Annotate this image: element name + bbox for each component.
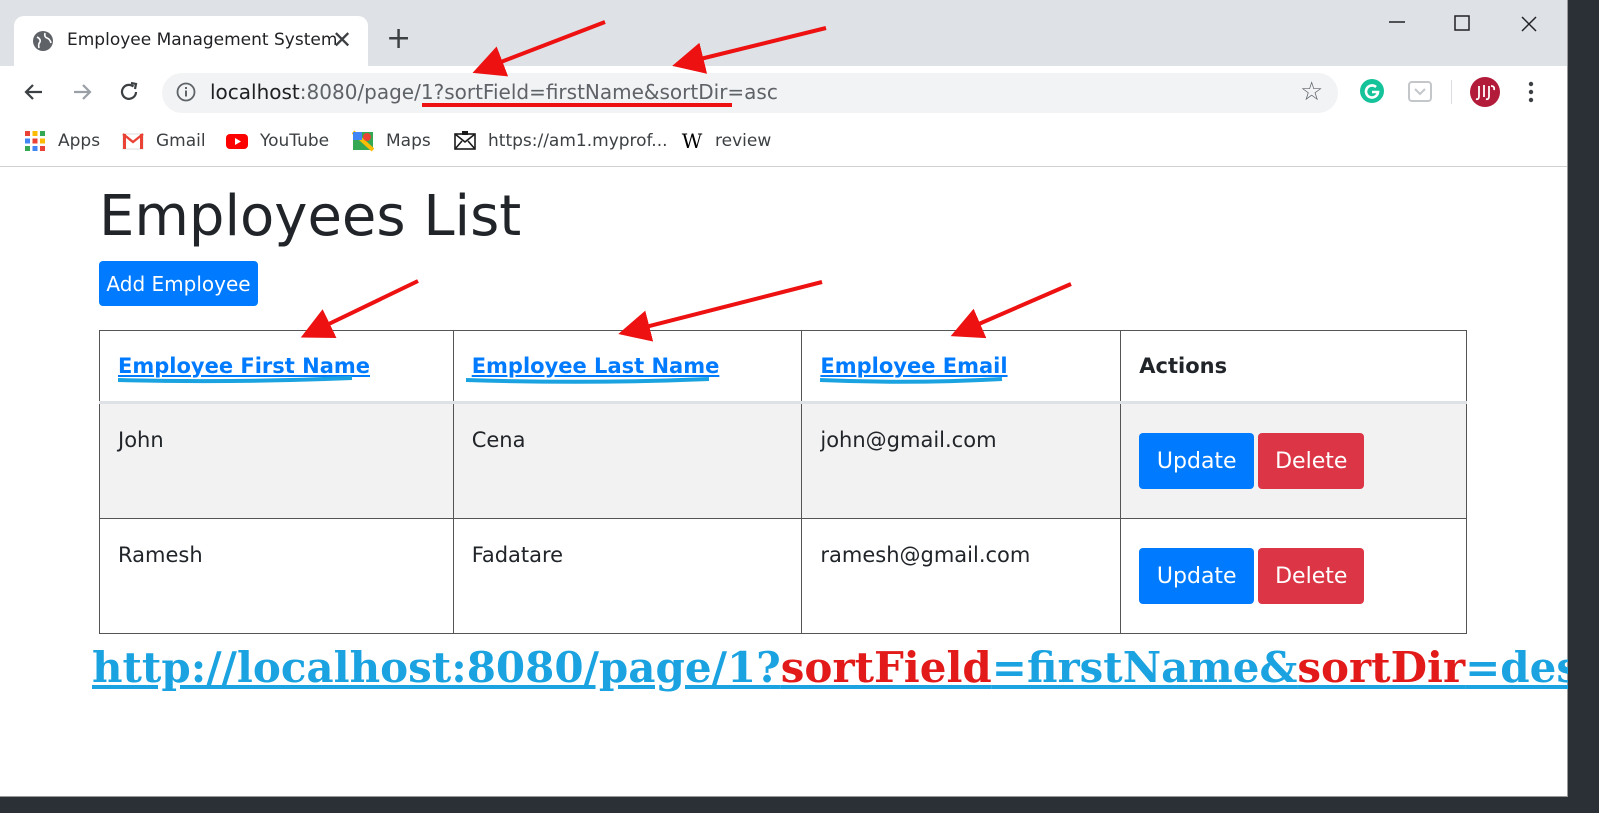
grammarly-extension-icon[interactable] <box>1359 78 1385 104</box>
apps-grid-icon <box>25 131 45 151</box>
cell-first-name: Ramesh <box>99 518 454 634</box>
table-row: John Cena john@gmail.com Update Delete <box>99 402 1467 519</box>
cell-email: ramesh@gmail.com <box>801 518 1122 634</box>
update-button[interactable]: Update <box>1139 548 1255 604</box>
profile-avatar[interactable] <box>1469 76 1501 108</box>
annotation-url-firstname: =firstName& <box>991 643 1298 692</box>
bookmark-star-icon[interactable]: ☆ <box>1300 77 1323 107</box>
title-bar: Employee Management System ✕ + <box>0 0 1567 66</box>
cell-actions: Update Delete <box>1120 402 1467 519</box>
sort-last-name-link[interactable]: Employee Last Name <box>472 354 720 378</box>
sort-email-link[interactable]: Employee Email <box>820 354 1007 378</box>
info-icon[interactable] <box>176 82 196 102</box>
desktop-background-right <box>1568 0 1599 813</box>
wikipedia-icon: W <box>681 129 703 153</box>
address-url[interactable]: localhost:8080/page/1?sortField=firstNam… <box>210 80 778 104</box>
annotation-url-base: http://localhost:8080/page/1? <box>92 643 781 692</box>
gmail-icon <box>122 133 144 150</box>
address-bar[interactable]: localhost:8080/page/1?sortField=firstNam… <box>162 73 1338 113</box>
back-arrow-icon[interactable] <box>22 80 46 104</box>
globe-icon <box>33 31 53 51</box>
minimize-icon[interactable] <box>1387 12 1407 32</box>
header-email: Employee Email <box>801 330 1122 404</box>
cell-email: john@gmail.com <box>801 402 1122 519</box>
header-last-name: Employee Last Name <box>452 330 803 404</box>
browser-toolbar: localhost:8080/page/1?sortField=firstNam… <box>0 66 1567 118</box>
header-actions: Actions <box>1120 330 1467 404</box>
employees-table: Employee First Name Employee Last Name E… <box>99 330 1467 634</box>
new-tab-button[interactable]: + <box>386 24 411 54</box>
browser-tab[interactable]: Employee Management System ✕ <box>14 16 368 66</box>
url-path: :8080/page/1? <box>299 80 445 104</box>
annotation-url-sortfield: sortField <box>780 643 992 692</box>
header-first-name: Employee First Name <box>99 330 454 404</box>
delete-button[interactable]: Delete <box>1258 433 1365 489</box>
page-title: Employees List <box>99 184 522 249</box>
mail-envelope-icon <box>454 131 476 150</box>
annotation-url-sortdir: sortDir <box>1297 643 1466 692</box>
add-employee-button[interactable]: Add Employee <box>99 261 258 306</box>
pocket-extension-icon[interactable] <box>1407 78 1433 104</box>
reload-icon[interactable] <box>117 80 141 104</box>
maximize-icon[interactable] <box>1453 14 1471 32</box>
cell-last-name: Cena <box>452 402 803 519</box>
bookmark-label: review <box>715 131 772 151</box>
bookmark-label: Apps <box>58 131 101 151</box>
url-host: localhost <box>210 80 300 104</box>
youtube-icon <box>226 134 248 149</box>
menu-kebab-icon[interactable] <box>1524 80 1538 104</box>
update-button[interactable]: Update <box>1139 433 1255 489</box>
cell-first-name: John <box>99 402 454 519</box>
tab-title: Employee Management System <box>67 30 338 50</box>
bookmark-maps[interactable]: Maps <box>352 128 431 154</box>
bookmark-gmail[interactable]: Gmail <box>122 128 206 154</box>
bookmark-apps[interactable]: Apps <box>24 128 100 154</box>
bookmark-label: https://am1.myprof... <box>488 131 668 151</box>
desktop-background-bottom <box>0 797 1599 813</box>
cell-actions: Update Delete <box>1120 518 1467 634</box>
table-header-row: Employee First Name Employee Last Name E… <box>99 330 1467 404</box>
page-content: Employees List Add Employee Employee Fir… <box>0 167 1599 797</box>
url-query: sortField=firstName&sortDir=asc <box>444 80 778 104</box>
annotation-url: http://localhost:8080/page/1?sortField=f… <box>92 643 1599 692</box>
tab-close-icon[interactable]: ✕ <box>332 26 352 54</box>
bookmarks-bar: Apps Gmail YouTube Maps https://am1.mypr… <box>0 118 1567 167</box>
browser-window: Employee Management System ✕ + localhost… <box>0 0 1599 797</box>
bookmark-myprofile[interactable]: https://am1.myprof... <box>454 128 668 154</box>
sort-first-name-link[interactable]: Employee First Name <box>118 354 370 378</box>
forward-arrow-icon[interactable] <box>70 80 94 104</box>
bookmark-review[interactable]: W review <box>681 128 772 154</box>
bookmark-youtube[interactable]: YouTube <box>226 128 329 154</box>
table-row: Ramesh Fadatare ramesh@gmail.com Update D… <box>99 518 1467 634</box>
close-window-icon[interactable] <box>1519 14 1539 34</box>
toolbar-divider <box>1451 80 1452 104</box>
delete-button[interactable]: Delete <box>1258 548 1365 604</box>
bookmark-label: Maps <box>386 131 431 151</box>
bookmark-label: Gmail <box>156 131 206 151</box>
maps-icon <box>352 130 374 152</box>
bookmark-label: YouTube <box>260 131 330 151</box>
cell-last-name: Fadatare <box>452 518 803 634</box>
